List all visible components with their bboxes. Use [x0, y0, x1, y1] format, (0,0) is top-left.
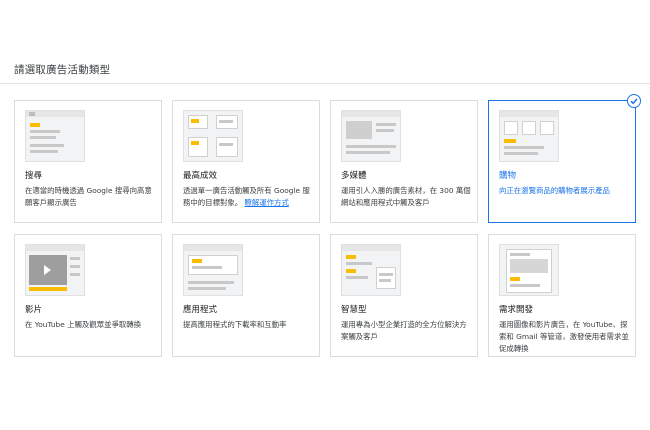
learn-how-link[interactable]: 瞭解運作方式 — [245, 198, 289, 207]
card-title: 最高成效 — [183, 171, 218, 181]
card-description: 運用專為小型企業打造的全方位解決方案觸及客戶 — [341, 320, 467, 341]
campaign-type-page: 請選取廣告活動類型 搜尋 在適當的時機透過 Google 搜尋向高意願客戶顯示廣… — [0, 0, 650, 430]
shopping-ad-thumbnail — [499, 110, 559, 162]
page-title: 請選取廣告活動類型 — [14, 64, 111, 76]
campaign-card-video[interactable]: 影片 在 YouTube 上觸及觀眾並爭取轉換 — [14, 234, 162, 357]
smart-ad-thumbnail — [341, 244, 401, 296]
card-description: 提高應用程式的下載率和互動率 — [183, 320, 287, 329]
card-description: 在適當的時機透過 Google 搜尋向高意願客戶顯示廣告 — [25, 186, 152, 207]
card-title: 影片 — [25, 305, 43, 315]
campaign-card-smart[interactable]: 智慧型 運用專為小型企業打造的全方位解決方案觸及客戶 — [330, 234, 478, 357]
campaign-card-demand-gen[interactable]: 需求開發 運用圖像和影片廣告，在 YouTube、探索和 Gmail 等管道，激… — [488, 234, 636, 357]
performance-max-thumbnail — [183, 110, 243, 162]
card-description: 向正在瀏覽商品的購物者展示產品 — [499, 186, 610, 195]
display-ad-thumbnail — [341, 110, 401, 162]
card-title: 應用程式 — [183, 305, 218, 315]
card-description: 透過單一廣告活動觸及所有 Google 服務中的目標對象。 瞭解運作方式 — [183, 186, 310, 207]
campaign-card-shopping[interactable]: 購物 向正在瀏覽商品的購物者展示產品 — [488, 94, 641, 223]
search-ad-thumbnail — [25, 110, 85, 162]
divider — [0, 83, 650, 84]
selected-check-icon — [627, 94, 641, 108]
card-title: 多媒體 — [341, 171, 367, 181]
card-title: 需求開發 — [499, 305, 534, 315]
campaign-card-app[interactable]: 應用程式 提高應用程式的下載率和互動率 — [172, 234, 320, 357]
campaign-card-display[interactable]: 多媒體 運用引人入勝的廣告素材，在 300 萬個網站和應用程式中觸及客戶 — [330, 100, 478, 223]
card-description: 運用引人入勝的廣告素材，在 300 萬個網站和應用程式中觸及客戶 — [341, 186, 471, 207]
card-title: 購物 — [499, 171, 517, 181]
play-icon — [44, 265, 51, 275]
card-description: 在 YouTube 上觸及觀眾並爭取轉換 — [25, 320, 142, 329]
campaign-card-search[interactable]: 搜尋 在適當的時機透過 Google 搜尋向高意願客戶顯示廣告 — [14, 100, 162, 223]
card-title: 搜尋 — [25, 171, 43, 181]
demand-gen-thumbnail — [499, 244, 559, 296]
video-ad-thumbnail — [25, 244, 85, 296]
app-ad-thumbnail — [183, 244, 243, 296]
campaign-card-performance-max[interactable]: 最高成效 透過單一廣告活動觸及所有 Google 服務中的目標對象。 瞭解運作方… — [172, 100, 320, 223]
card-title: 智慧型 — [341, 305, 367, 315]
card-description: 運用圖像和影片廣告，在 YouTube、探索和 Gmail 等管道，激發使用者需… — [499, 320, 629, 353]
